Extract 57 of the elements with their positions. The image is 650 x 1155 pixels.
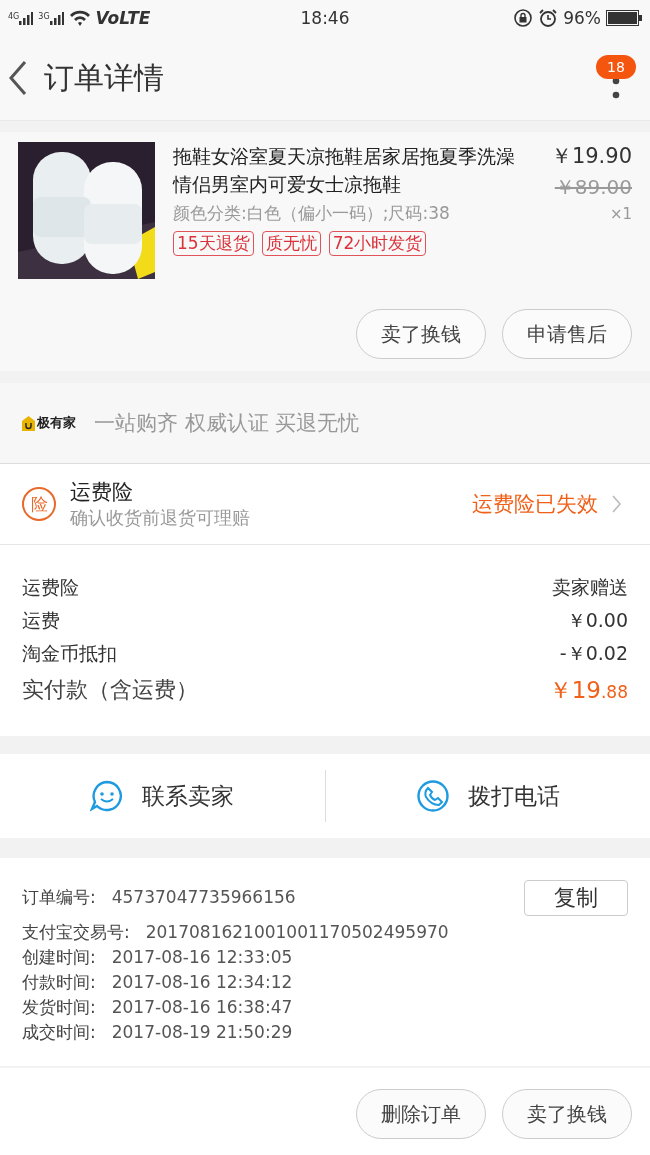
info-label: 成交时间:	[22, 1021, 96, 1044]
insurance-status: 运费险已失效	[472, 491, 598, 518]
battery-icon	[606, 10, 642, 26]
page-title: 订单详情	[44, 58, 165, 97]
action-button[interactable]: 卖了换钱	[502, 1089, 632, 1139]
clock-time: 18:46	[300, 8, 350, 28]
fee-value: -￥0.02	[559, 641, 628, 666]
notification-badge: 18	[596, 55, 636, 79]
chevron-right-icon	[612, 495, 622, 513]
phone-icon	[415, 779, 450, 813]
insurance-title: 运费险	[70, 479, 134, 506]
service-tag: 15天退货	[173, 231, 254, 256]
insurance-subtitle: 确认收货前退货可理赔	[70, 506, 251, 530]
battery-percent: 96%	[563, 8, 601, 28]
action-button[interactable]: 删除订单	[356, 1089, 486, 1139]
back-icon[interactable]	[8, 60, 28, 96]
service-tag: 质无忧	[261, 231, 321, 256]
product-title[interactable]: 拖鞋女浴室夏天凉拖鞋居家居拖夏季洗澡情侣男室内可爱女士凉拖鞋	[173, 142, 524, 198]
alarm-icon	[538, 8, 559, 28]
contact-button[interactable]: 拨打电话	[325, 754, 650, 838]
fee-label: 淘金币抵扣	[22, 641, 117, 666]
action-button[interactable]: 卖了换钱	[356, 309, 486, 359]
product-price: ￥19.90	[550, 143, 632, 170]
wifi-icon	[68, 10, 91, 26]
info-value: 2017-08-16 12:34:12	[111, 971, 293, 994]
quantity: ×1	[609, 205, 632, 223]
action-button[interactable]: 申请售后	[502, 309, 632, 359]
original-price: ￥89.00	[554, 174, 632, 201]
product-variant: 颜色分类:白色（偏小一码）;尺码:38	[173, 202, 451, 225]
chat-icon	[90, 779, 125, 813]
info-value: 2017081621001001170502495970	[145, 921, 449, 944]
info-value: 2017-08-19 21:50:29	[111, 1021, 293, 1044]
info-value: 2017-08-16 12:33:05	[111, 946, 293, 969]
info-label: 支付宝交易号:	[22, 921, 130, 944]
fee-value: ￥0.00	[566, 608, 628, 633]
brand-name: 极有家	[37, 414, 76, 432]
insurance-icon: 险	[22, 487, 56, 521]
info-value: 45737047735966156	[111, 886, 296, 909]
info-value: 2017-08-16 16:38:47	[111, 996, 293, 1019]
fee-value: 卖家赠送	[552, 575, 628, 600]
copy-button[interactable]: 复制	[524, 880, 628, 916]
fee-label: 运费险	[22, 575, 79, 600]
contact-button[interactable]: 联系卖家	[0, 754, 325, 838]
house-icon	[22, 415, 35, 431]
total-label: 实付款（含运费）	[22, 676, 198, 704]
insurance-row[interactable]: 险 运费险 确认收货前退货可理赔 运费险已失效	[0, 464, 650, 545]
brand-slogan: 一站购齐 权威认证 买退无忧	[94, 410, 360, 437]
info-label: 创建时间:	[22, 946, 96, 969]
network-label: VoLTE	[95, 8, 151, 28]
info-label: 付款时间:	[22, 971, 96, 994]
service-tag: 72小时发货	[328, 231, 427, 256]
rotation-lock-icon	[513, 8, 534, 28]
info-label: 订单编号:	[22, 886, 96, 909]
fee-label: 运费	[22, 608, 60, 633]
total-amount: ￥19.88	[548, 676, 628, 705]
more-icon[interactable]	[612, 77, 620, 99]
info-label: 发货时间:	[22, 996, 96, 1019]
